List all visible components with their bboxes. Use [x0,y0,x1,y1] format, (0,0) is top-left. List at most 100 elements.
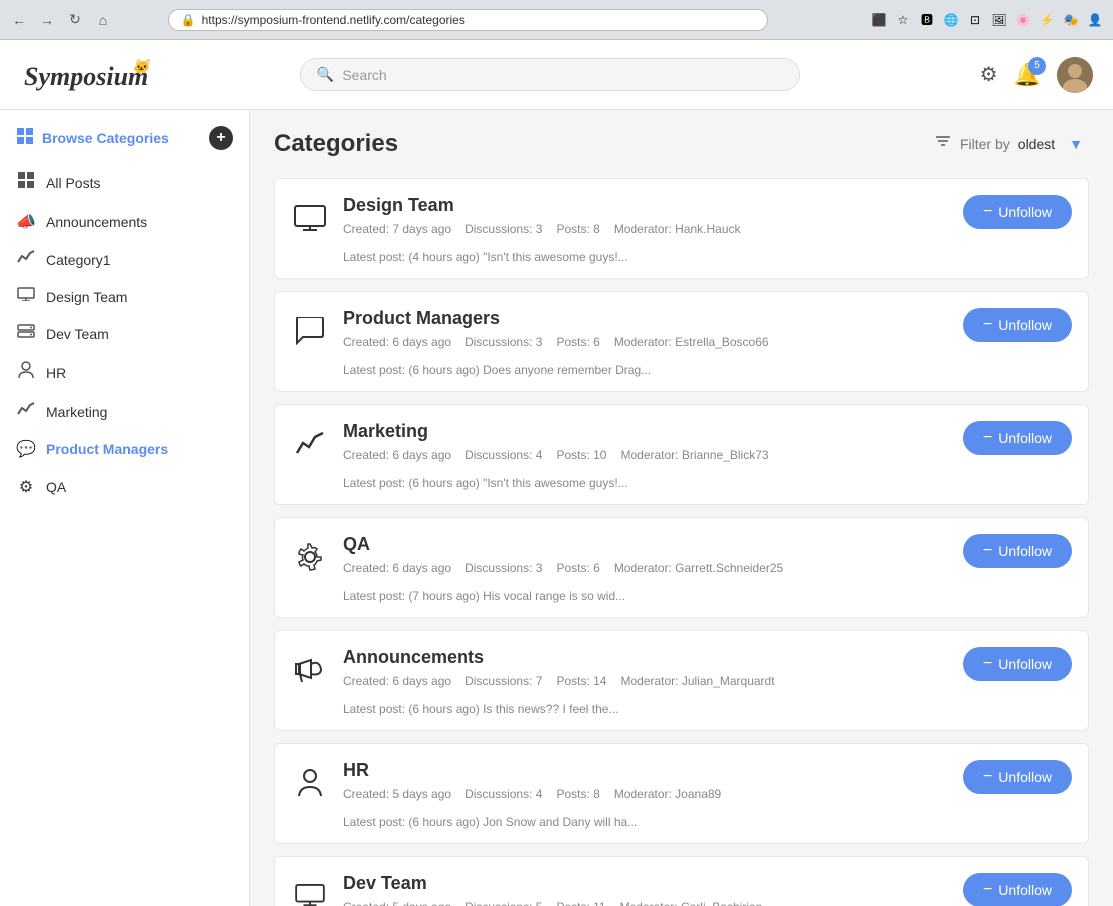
category-discussions: Discussions: 4 [465,787,542,801]
category-discussions: Discussions: 3 [465,222,542,236]
sidebar-item-design-team[interactable]: Design Team [0,278,249,315]
forward-button[interactable]: → [36,9,58,31]
bookmark-icon[interactable]: 🅱 [917,10,937,30]
lock-icon: 🔒 [181,13,196,27]
filter-label-text: Filter by [960,136,1010,152]
category-moderator: Moderator: Joana89 [614,787,721,801]
category-icon [291,764,329,802]
grid-icon [16,127,34,150]
category-created: Created: 6 days ago [343,561,451,575]
hr-icon [16,361,36,384]
category-card: Announcements Created: 6 days ago Discus… [274,630,1089,731]
browser-icon2[interactable]: ⊡ [965,10,985,30]
category-action: − Unfollow [963,308,1072,342]
unfollow-button[interactable]: − Unfollow [963,760,1072,794]
category-created: Created: 5 days ago [343,900,451,906]
categories-container: Design Team Created: 7 days ago Discussi… [274,178,1089,906]
unfollow-button[interactable]: − Unfollow [963,873,1072,906]
sidebar-item-label: Marketing [46,404,107,420]
unfollow-button[interactable]: − Unfollow [963,421,1072,455]
sidebar-item-label: QA [46,479,66,495]
add-category-button[interactable]: + [209,126,233,150]
sidebar-item-label: All Posts [46,175,100,191]
category-meta: Created: 6 days ago Discussions: 3 Posts… [343,335,949,377]
search-bar[interactable]: 🔍 Search [300,58,800,91]
minus-icon: − [983,881,992,899]
sidebar-item-product-managers[interactable]: 💬 Product Managers [0,430,249,468]
category-meta: Created: 5 days ago Discussions: 5 Posts… [343,900,949,906]
avatar[interactable] [1057,57,1093,93]
notifications-button[interactable]: 🔔 5 [1014,62,1041,88]
browser-icon3[interactable]: 🖼 [989,10,1009,30]
category-icon [291,538,329,576]
minus-icon: − [983,542,992,560]
unfollow-button[interactable]: − Unfollow [963,534,1072,568]
logo[interactable]: Symposium 🐱 [20,53,200,97]
category-posts: Posts: 11 [556,900,605,906]
search-icon: 🔍 [317,66,334,83]
star-icon[interactable]: ☆ [893,10,913,30]
svg-text:🐱: 🐱 [131,58,152,74]
unfollow-button[interactable]: − Unfollow [963,647,1072,681]
category-name: QA [343,534,949,555]
category-name: Product Managers [343,308,949,329]
url-text: https://symposium-frontend.netlify.com/c… [202,13,465,27]
sidebar-item-qa[interactable]: ⚙ QA [0,468,249,506]
sidebar-item-label: Product Managers [46,441,168,457]
category-card: Design Team Created: 7 days ago Discussi… [274,178,1089,279]
category-action: − Unfollow [963,195,1072,229]
browser-icon6[interactable]: 🎭 [1061,10,1081,30]
category-created: Created: 6 days ago [343,674,451,688]
category-body: Dev Team Created: 5 days ago Discussions… [343,873,949,906]
category-body: Marketing Created: 6 days ago Discussion… [343,421,949,490]
address-bar[interactable]: 🔒 https://symposium-frontend.netlify.com… [168,9,768,31]
extensions-icon[interactable]: ⬛ [869,10,889,30]
sidebar-item-label: Category1 [46,252,111,268]
category-meta: Created: 6 days ago Discussions: 3 Posts… [343,561,949,603]
browser-icon4[interactable]: 🌸 [1013,10,1033,30]
category-latest-post: Latest post: (6 hours ago) Does anyone r… [343,363,651,377]
category-latest-post: Latest post: (6 hours ago) Jon Snow and … [343,815,637,829]
category-body: QA Created: 6 days ago Discussions: 3 Po… [343,534,949,603]
category-name: Marketing [343,421,949,442]
sidebar-item-all-posts[interactable]: All Posts [0,162,249,203]
category-body: Announcements Created: 6 days ago Discus… [343,647,949,716]
sidebar-item-announcements[interactable]: 📣 Announcements [0,203,249,241]
category-meta: Created: 6 days ago Discussions: 4 Posts… [343,448,949,490]
category-posts: Posts: 6 [556,335,599,349]
refresh-button[interactable]: ↻ [64,9,86,31]
chart-icon [17,402,35,416]
category-created: Created: 6 days ago [343,335,451,349]
sidebar-title-text: Browse Categories [42,130,169,146]
filter-dropdown-button[interactable]: ▼ [1063,132,1089,156]
category-icon [291,199,329,237]
category-card: Dev Team Created: 5 days ago Discussions… [274,856,1089,906]
minus-icon: − [983,655,992,673]
category-icon [291,425,329,463]
category-posts: Posts: 8 [556,787,599,801]
category-discussions: Discussions: 4 [465,448,542,462]
category-meta: Created: 5 days ago Discussions: 4 Posts… [343,787,949,829]
category-icon [291,312,329,350]
settings-icon[interactable]: ⚙ [980,62,998,87]
unfollow-button[interactable]: − Unfollow [963,195,1072,229]
browser-icon1[interactable]: 🌐 [941,10,961,30]
category-card: Marketing Created: 6 days ago Discussion… [274,404,1089,505]
sidebar-item-label: HR [46,365,66,381]
category-card: QA Created: 6 days ago Discussions: 3 Po… [274,517,1089,618]
filter-bar: Filter by oldest ▼ [934,132,1089,156]
category-moderator: Moderator: Estrella_Bosco66 [614,335,769,349]
back-button[interactable]: ← [8,9,30,31]
browser-icon5[interactable]: ⚡ [1037,10,1057,30]
category-card: HR Created: 5 days ago Discussions: 4 Po… [274,743,1089,844]
sidebar-item-hr[interactable]: HR [0,352,249,393]
profile-icon[interactable]: 👤 [1085,10,1105,30]
unfollow-button[interactable]: − Unfollow [963,308,1072,342]
category-name: HR [343,760,949,781]
category-card: Product Managers Created: 6 days ago Dis… [274,291,1089,392]
home-button[interactable]: ⌂ [92,9,114,31]
sidebar-item-dev-team[interactable]: Dev Team [0,315,249,352]
sidebar-item-marketing[interactable]: Marketing [0,393,249,430]
content-area: Categories Filter by oldest ▼ Design Te [250,110,1113,906]
sidebar-item-category1[interactable]: Category1 [0,241,249,278]
